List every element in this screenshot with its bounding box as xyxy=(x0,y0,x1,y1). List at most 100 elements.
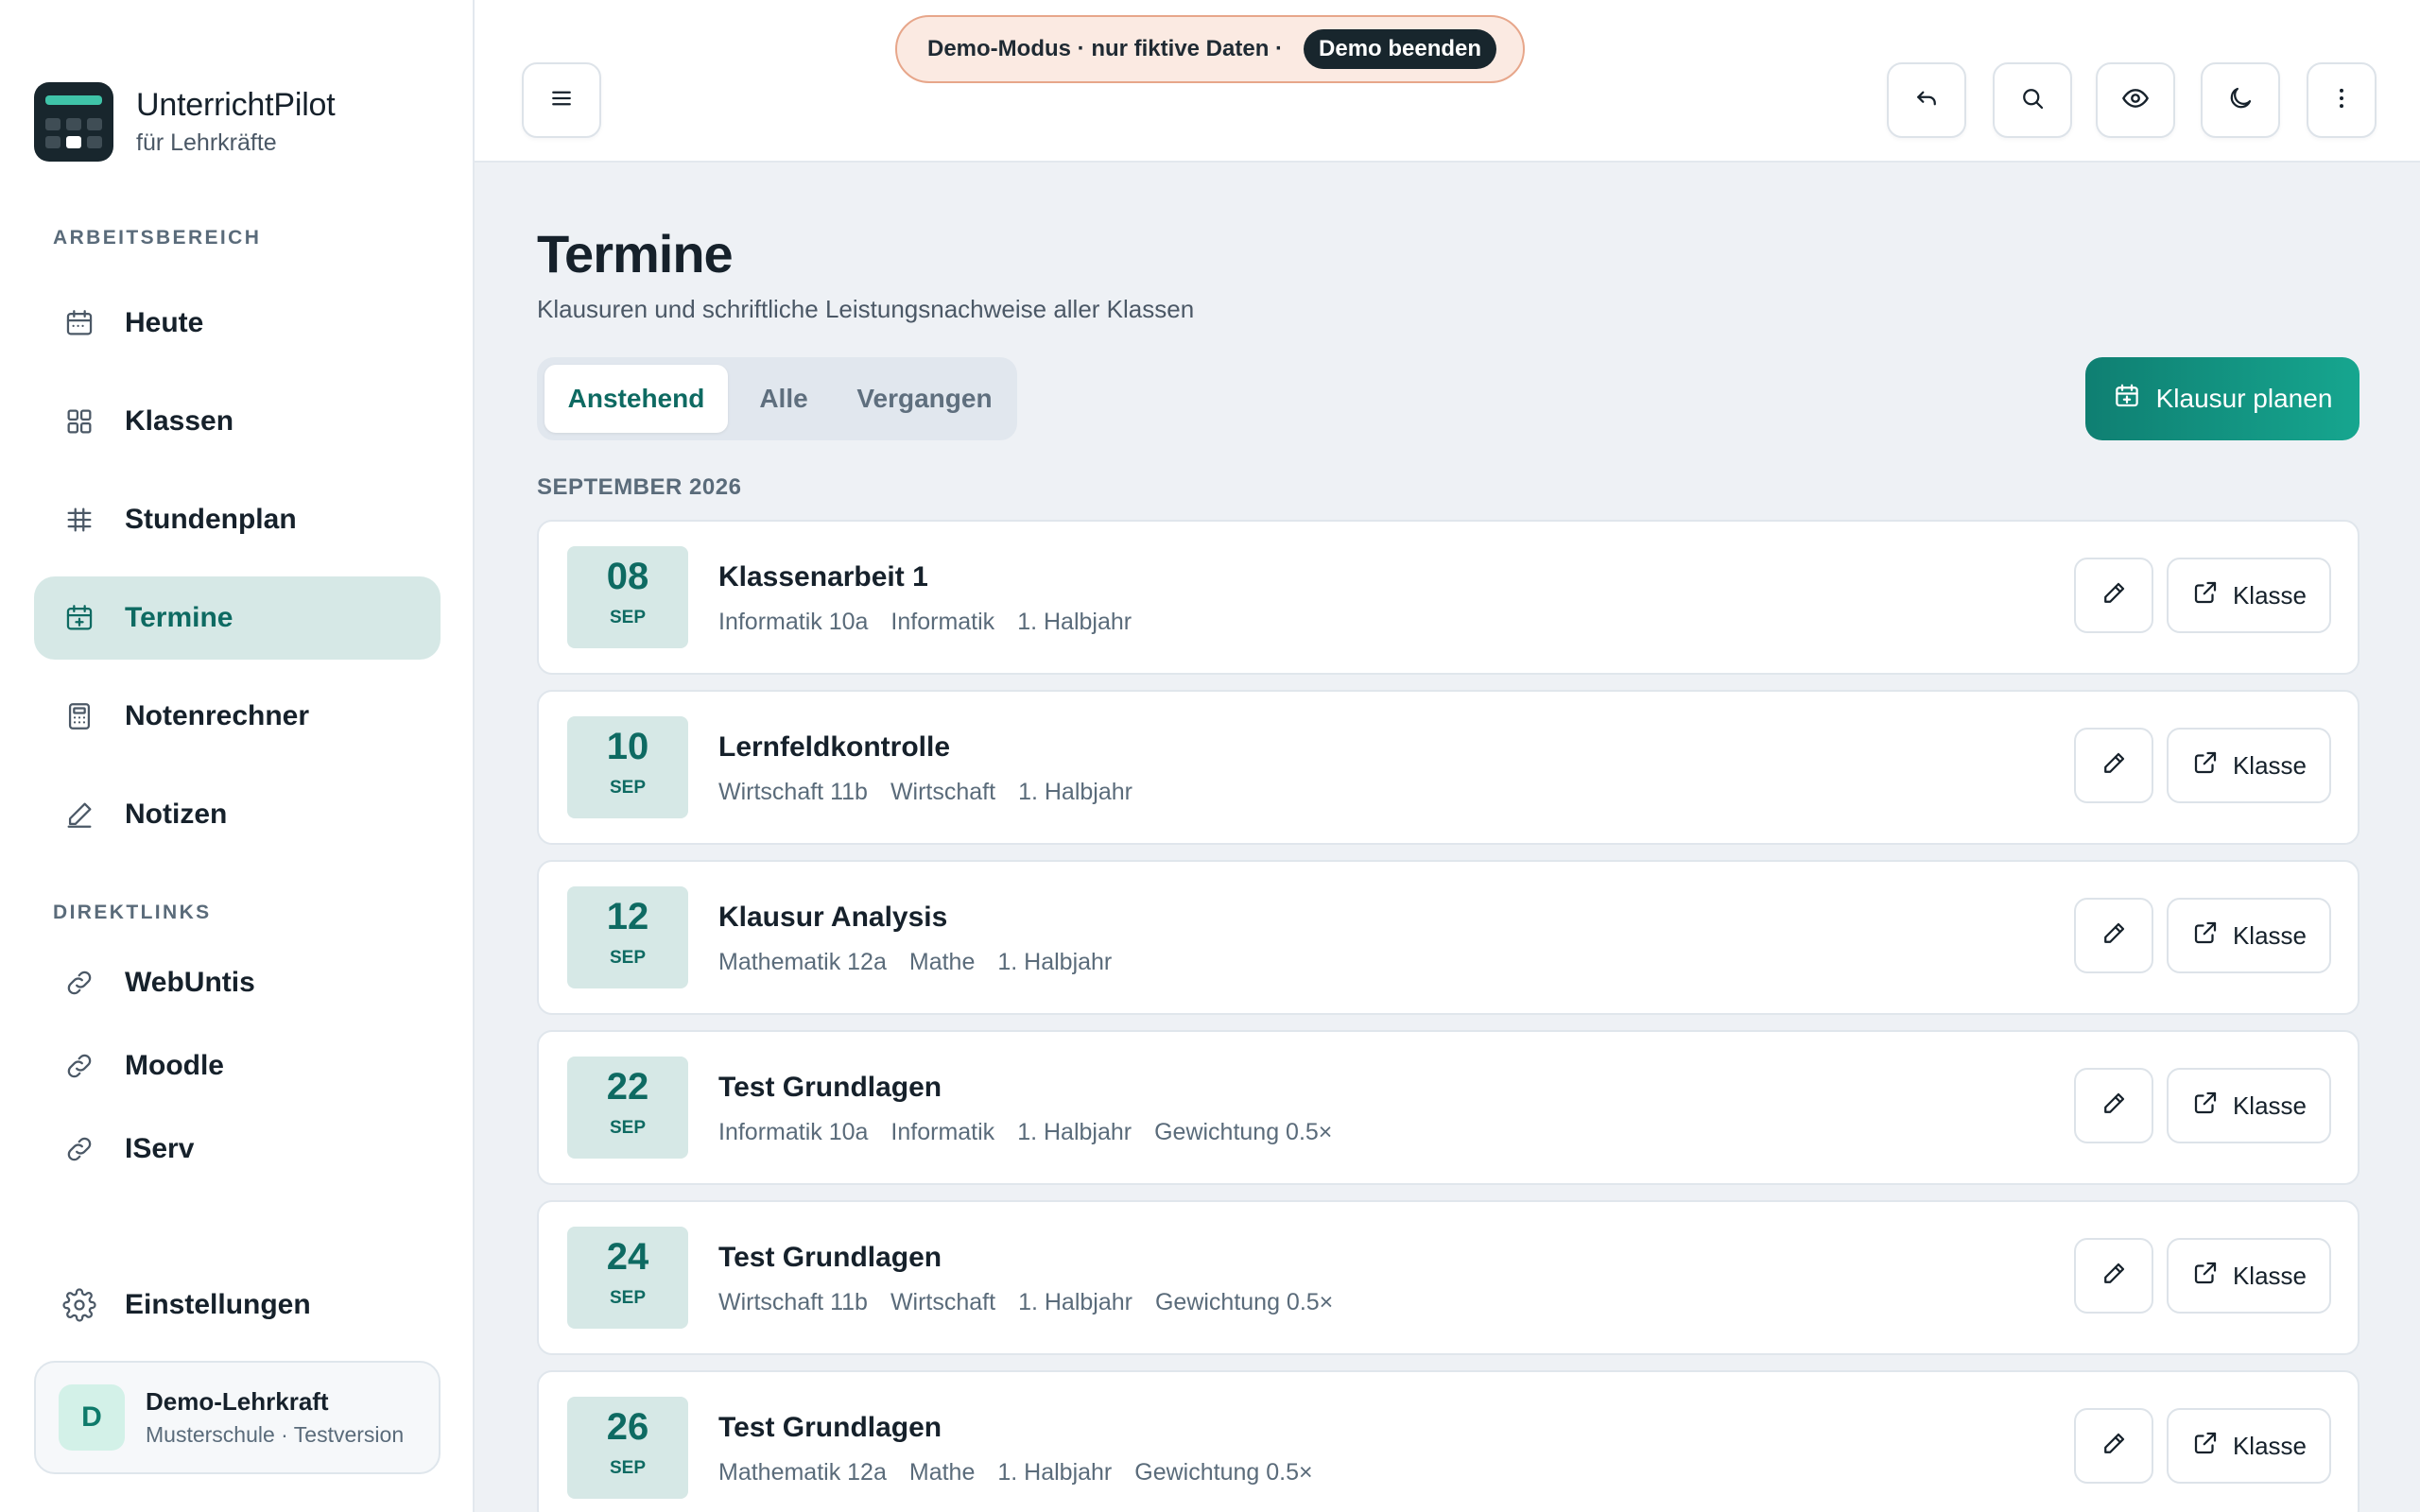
user-name: Demo-Lehrkraft xyxy=(146,1387,329,1416)
event-meta-item: Informatik xyxy=(890,1119,995,1145)
brand[interactable]: UnterrichtPilot für Lehrkräfte xyxy=(34,82,336,162)
event-day: 10 xyxy=(606,726,649,767)
sidebar-link-moodle[interactable]: Moodle xyxy=(34,1024,441,1108)
external-link-icon xyxy=(2191,1429,2220,1464)
event-meta-item: 1. Halbjahr xyxy=(997,1459,1113,1486)
section-label-links: DIREKTLINKS xyxy=(53,902,212,923)
event-card[interactable]: 08 SEP Klassenarbeit 1 Informatik 10a Inf… xyxy=(537,520,2360,675)
date-badge: 10 SEP xyxy=(567,716,688,818)
sidebar-item-label: Heute xyxy=(125,307,204,338)
undo-button[interactable] xyxy=(1887,62,1966,138)
event-meta-item: Wirtschaft xyxy=(890,1289,996,1315)
external-link-icon xyxy=(2191,919,2220,954)
app-title: UnterrichtPilot xyxy=(136,87,336,123)
edit-button[interactable] xyxy=(2074,898,2153,973)
sidebar-item-notizen[interactable]: Notizen xyxy=(34,773,441,856)
more-button[interactable] xyxy=(2307,62,2377,138)
sidebar-item-klassen[interactable]: Klassen xyxy=(34,380,441,463)
open-class-button[interactable]: Klasse xyxy=(2167,1408,2331,1484)
edit-button[interactable] xyxy=(2074,1408,2153,1484)
event-title: Klausur Analysis xyxy=(718,902,948,933)
demo-text: Demo-Modus · nur fiktive Daten · xyxy=(927,36,1284,61)
link-icon xyxy=(62,966,96,1000)
open-class-button[interactable]: Klasse xyxy=(2167,728,2331,803)
grid-icon xyxy=(62,404,96,438)
event-title: Lernfeldkontrolle xyxy=(718,731,951,763)
demo-banner: Demo-Modus · nur fiktive Daten · Demo be… xyxy=(895,15,1525,83)
pencil-icon xyxy=(62,798,96,832)
tab-anstehend[interactable]: Anstehend xyxy=(544,365,728,433)
tab-alle[interactable]: Alle xyxy=(732,365,836,433)
page-title: Termine xyxy=(537,224,734,284)
calendar-plus-icon xyxy=(2113,382,2141,417)
edit-button[interactable] xyxy=(2074,1068,2153,1143)
event-meta: Wirtschaft 11b Wirtschaft 1. Halbjahr xyxy=(718,779,1155,806)
plan-exam-label: Klausur planen xyxy=(2155,384,2333,413)
event-meta: Informatik 10a Informatik 1. Halbjahr Gewic… xyxy=(718,1119,1355,1146)
event-meta: Mathematik 12a Mathe 1. Halbjahr xyxy=(718,949,1134,976)
open-class-button[interactable]: Klasse xyxy=(2167,1068,2331,1143)
event-card[interactable]: 22 SEP Test Grundlagen Informatik 10a Inf… xyxy=(537,1030,2360,1185)
edit-button[interactable] xyxy=(2074,1238,2153,1314)
event-meta-item: Mathe xyxy=(908,949,976,975)
date-badge: 22 SEP xyxy=(567,1057,688,1159)
open-class-button[interactable]: Klasse xyxy=(2167,558,2331,633)
event-meta: Wirtschaft 11b Wirtschaft 1. Halbjahr Gewic… xyxy=(718,1289,1356,1316)
open-class-button[interactable]: Klasse xyxy=(2167,1238,2331,1314)
event-card[interactable]: 10 SEP Lernfeldkontrolle Wirtschaft 11b W… xyxy=(537,690,2360,845)
user-org: Musterschule · Testversion xyxy=(146,1422,405,1447)
demo-end-button[interactable]: Demo beenden xyxy=(1304,29,1497,69)
open-class-label: Klasse xyxy=(2232,580,2308,610)
external-link-icon xyxy=(2191,748,2220,783)
sidebar-link-webuntis[interactable]: WebUntis xyxy=(34,941,441,1024)
sidebar-item-label: Klassen xyxy=(125,405,234,437)
pencil-icon xyxy=(2100,919,2128,953)
date-badge: 08 SEP xyxy=(567,546,688,648)
calendar-icon xyxy=(62,306,96,340)
event-day: 26 xyxy=(606,1406,649,1448)
tab-vergangen[interactable]: Vergangen xyxy=(839,365,1010,433)
event-month: SEP xyxy=(609,778,647,798)
plan-exam-button[interactable]: Klausur planen xyxy=(2085,357,2360,440)
external-link-icon xyxy=(2191,1089,2220,1124)
link-icon xyxy=(62,1049,96,1083)
edit-button[interactable] xyxy=(2074,558,2153,633)
sidebar-link-iserv[interactable]: IServ xyxy=(34,1108,441,1191)
user-card[interactable]: D Demo-Lehrkraft Musterschule · Testvers… xyxy=(34,1361,441,1474)
sidebar-item-label: Stundenplan xyxy=(125,504,297,535)
search-button[interactable] xyxy=(1993,62,2072,138)
more-vertical-icon xyxy=(2327,84,2356,117)
gear-icon xyxy=(62,1288,96,1322)
sidebar-item-label: Notizen xyxy=(125,799,228,830)
preview-button[interactable] xyxy=(2096,62,2175,138)
undo-icon xyxy=(1912,84,1941,117)
event-month: SEP xyxy=(609,948,647,968)
event-month: SEP xyxy=(609,608,647,627)
sidebar-item-label: Termine xyxy=(125,602,233,633)
avatar: D xyxy=(59,1384,125,1451)
pencil-icon xyxy=(2100,1090,2128,1123)
event-meta-item: Mathematik 12a xyxy=(718,1459,887,1486)
event-title: Test Grundlagen xyxy=(718,1242,942,1273)
event-meta-item: Mathe xyxy=(908,1459,976,1486)
sidebar-item-termine[interactable]: Termine xyxy=(34,576,441,660)
open-class-label: Klasse xyxy=(2232,1431,2308,1460)
sidebar-item-heute[interactable]: Heute xyxy=(34,282,441,365)
sidebar-item-notenrechner[interactable]: Notenrechner xyxy=(34,675,441,758)
external-link-icon xyxy=(2191,1259,2220,1294)
topbar: Demo-Modus · nur fiktive Daten · Demo be… xyxy=(475,0,2420,163)
date-badge: 26 SEP xyxy=(567,1397,688,1499)
edit-button[interactable] xyxy=(2074,728,2153,803)
event-card[interactable]: 24 SEP Test Grundlagen Wirtschaft 11b Wir… xyxy=(537,1200,2360,1355)
event-card[interactable]: 12 SEP Klausur Analysis Mathematik 12a Ma… xyxy=(537,860,2360,1015)
event-meta-item: Informatik xyxy=(890,609,995,635)
sidebar-item-einstellungen[interactable]: Einstellungen xyxy=(34,1263,441,1347)
dark-mode-button[interactable] xyxy=(2201,62,2280,138)
search-icon xyxy=(2018,84,2047,117)
event-meta-item: Gewichtung 0.5× xyxy=(1134,1459,1313,1486)
sidebar-item-stundenplan[interactable]: Stundenplan xyxy=(34,478,441,561)
menu-button[interactable] xyxy=(522,62,601,138)
open-class-button[interactable]: Klasse xyxy=(2167,898,2331,973)
event-meta-item: 1. Halbjahr xyxy=(1017,609,1132,635)
event-card[interactable]: 26 SEP Test Grundlagen Mathematik 12a Mat… xyxy=(537,1370,2360,1512)
